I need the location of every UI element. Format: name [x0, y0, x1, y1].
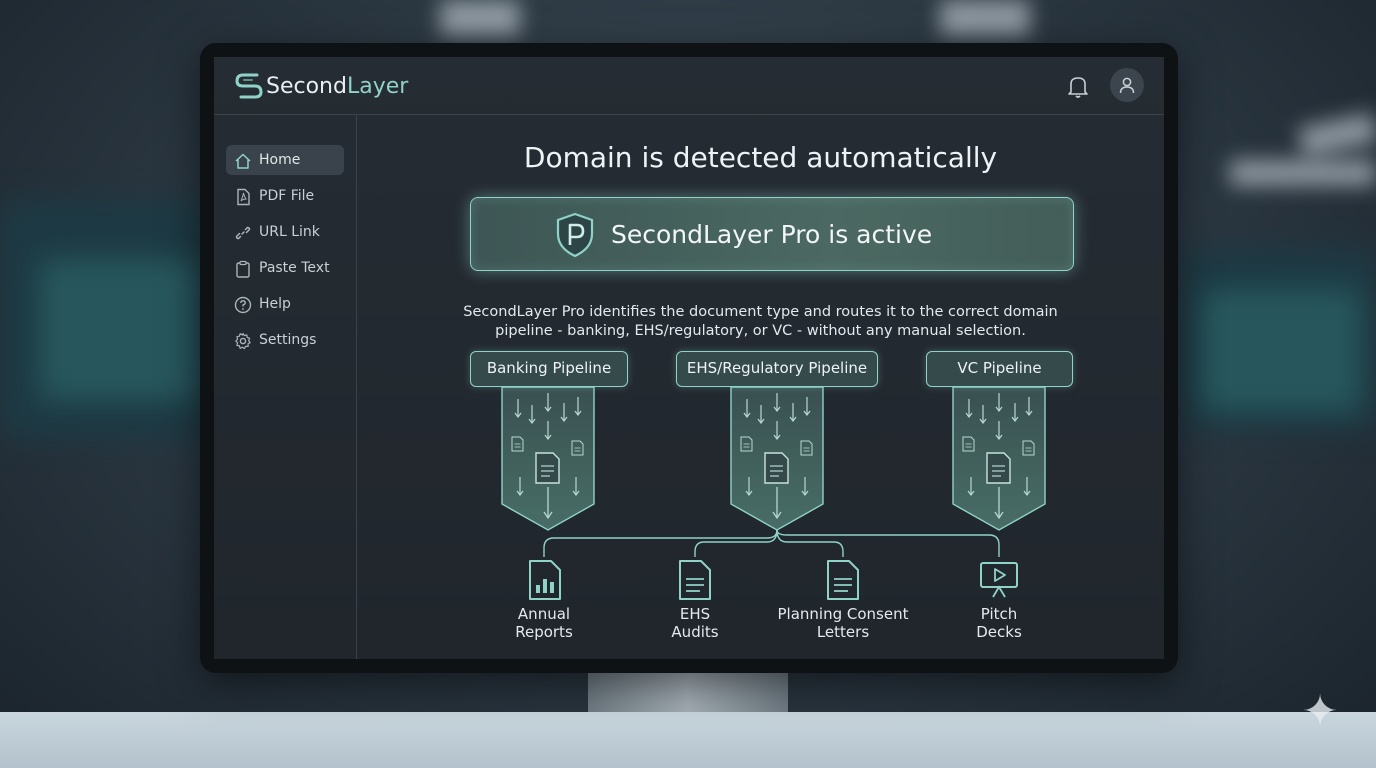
ceiling-light [1230, 160, 1376, 186]
presentation-icon [980, 562, 1018, 598]
output-label-line: Audits [671, 623, 719, 641]
output-label-line: Annual [517, 605, 571, 623]
background-screen-left [40, 260, 200, 400]
app-window: SecondLayer Home PDF File URL Link Paste… [214, 57, 1164, 659]
output-label-line: Reports [515, 623, 573, 641]
output-planning-consent-letters: Planning Consent Letters [768, 605, 918, 641]
output-pitch-decks: Pitch Decks [939, 605, 1059, 641]
document-icon [827, 560, 859, 600]
monitor: SecondLayer Home PDF File URL Link Paste… [200, 43, 1178, 673]
vc-pipeline-label: VC Pipeline [926, 351, 1073, 387]
vc-funnel [953, 387, 1045, 530]
desk [0, 712, 1376, 768]
sparkle-icon: ✦ [1301, 686, 1339, 737]
background-screen-right [1200, 290, 1360, 410]
output-label-line: Decks [976, 623, 1022, 641]
chart-document-icon [529, 560, 561, 600]
output-ehs-audits: EHS Audits [635, 605, 755, 641]
ceiling-light [1297, 112, 1376, 158]
output-label-line: Letters [816, 623, 870, 641]
banking-pipeline-label: Banking Pipeline [470, 351, 628, 387]
output-label-line: EHS [679, 605, 711, 623]
output-label-line: Pitch [980, 605, 1018, 623]
output-label-line: Planning Consent [777, 605, 909, 623]
banking-funnel [502, 387, 594, 530]
ehs-pipeline-label: EHS/Regulatory Pipeline [676, 351, 878, 387]
ceiling-light [440, 0, 520, 36]
output-annual-reports: Annual Reports [484, 605, 604, 641]
ceiling-light [940, 0, 1030, 36]
document-icon [679, 560, 711, 600]
routing-lines [543, 529, 1000, 557]
ehs-funnel [731, 387, 823, 530]
